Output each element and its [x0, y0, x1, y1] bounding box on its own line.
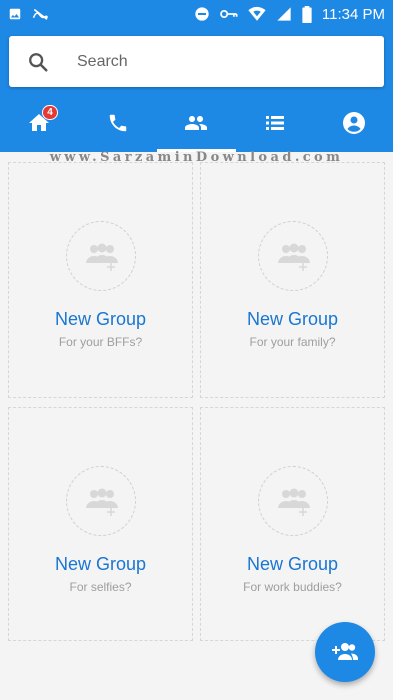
new-group-card[interactable]: New Group For your BFFs?: [8, 162, 193, 398]
phone-icon: [109, 114, 127, 131]
tab-calls[interactable]: [79, 93, 158, 152]
groups-icon: [185, 115, 208, 130]
new-group-card[interactable]: New Group For work buddies?: [200, 407, 385, 641]
search-icon[interactable]: [27, 51, 49, 73]
new-group-card[interactable]: New Group For selfies?: [8, 407, 193, 641]
wifi-icon: [248, 6, 266, 21]
create-group-fab[interactable]: [315, 622, 375, 682]
status-bar: 11:34 PM: [0, 0, 393, 28]
app-bar: 4: [0, 28, 393, 152]
silent-icon: [32, 8, 48, 20]
group-avatar-placeholder: [257, 221, 328, 291]
group-suggestions: New Group For your BFFs? New Group For y…: [8, 162, 385, 641]
tab-home[interactable]: 4: [0, 93, 79, 152]
add-group-icon: [85, 488, 118, 516]
group-avatar-placeholder: [257, 466, 328, 536]
tab-groups[interactable]: [157, 93, 236, 152]
group-avatar-placeholder: [65, 466, 136, 536]
list-icon: [266, 115, 285, 130]
group-title: New Group: [54, 309, 147, 329]
notification-badge: 4: [42, 105, 58, 120]
add-group-icon: [277, 488, 310, 516]
group-subtitle: For selfies?: [69, 580, 132, 594]
group-subtitle: For your family?: [249, 335, 336, 349]
group-avatar-placeholder: [65, 221, 136, 291]
add-group-icon: [85, 243, 118, 271]
search-bar[interactable]: [9, 36, 384, 87]
signal-icon: [277, 7, 291, 21]
vpn-key-icon: [220, 10, 238, 18]
group-title: New Group: [246, 554, 339, 574]
group-subtitle: For work buddies?: [243, 580, 342, 594]
search-input[interactable]: [75, 51, 339, 72]
tab-list[interactable]: [236, 93, 315, 152]
group-title: New Group: [54, 554, 147, 574]
battery-icon: [302, 5, 312, 23]
status-time: 11:34 PM: [321, 5, 385, 23]
group-subtitle: For your BFFs?: [58, 335, 143, 349]
profile-icon: [342, 111, 365, 134]
add-group-icon: [332, 643, 358, 660]
group-title: New Group: [246, 309, 339, 329]
tab-bar: 4: [0, 93, 393, 152]
do-not-disturb-icon: [195, 7, 209, 21]
new-group-card[interactable]: New Group For your family?: [200, 162, 385, 398]
tab-profile[interactable]: [314, 93, 393, 152]
image-icon: [9, 8, 21, 20]
add-group-icon: [277, 243, 310, 271]
